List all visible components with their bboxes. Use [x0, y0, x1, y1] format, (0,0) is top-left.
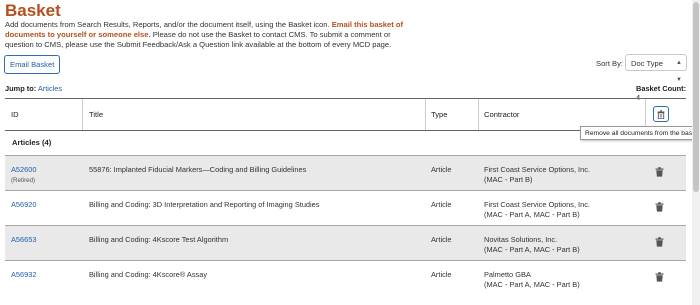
- document-id-link[interactable]: A52600: [11, 165, 36, 174]
- contractor-name: Palmetto GBA: [484, 270, 531, 279]
- contractor-name: Novitas Solutions, Inc.: [484, 235, 558, 244]
- basket-count-label: Basket Count:: [636, 84, 687, 93]
- jump-articles-link[interactable]: Articles: [38, 84, 62, 93]
- document-title: Billing and Coding: 4Kscore® Assay: [89, 270, 208, 279]
- header-id: ID: [11, 110, 19, 119]
- vertical-scrollbar[interactable]: [692, 0, 700, 305]
- contractor-part: (MAC - Part A, MAC - Part B): [484, 245, 580, 254]
- email-basket-button[interactable]: Email Basket: [4, 55, 61, 74]
- document-id-link[interactable]: A56920: [11, 200, 36, 209]
- table-row: A56920 Billing and Coding: 3D Interpreta…: [5, 190, 686, 225]
- contractor-name: First Coast Service Options, Inc.: [484, 200, 590, 209]
- trash-icon[interactable]: [655, 167, 664, 177]
- jump-to-label: Jump to:: [5, 84, 37, 93]
- contractor-part: (MAC - Part A, MAC - Part B): [484, 280, 580, 289]
- page-title: Basket: [5, 1, 61, 20]
- header-type: Type: [431, 110, 448, 119]
- trash-icon: [657, 109, 665, 119]
- table-row: A52600 (Retired) 55876: Implanted Fiduci…: [5, 155, 686, 190]
- basket-page: Basket Add documents from Search Results…: [0, 0, 700, 305]
- document-title: Billing and Coding: 4Kscore Test Algorit…: [89, 235, 229, 244]
- document-title: 55876: Implanted Fiducial Markers—Coding…: [89, 165, 307, 174]
- document-id-link[interactable]: A56653: [11, 235, 36, 244]
- remove-all-button[interactable]: [653, 106, 669, 122]
- intro-part1: Add documents from Search Results, Repor…: [5, 20, 332, 29]
- document-type: Article: [431, 200, 452, 209]
- trash-icon[interactable]: [655, 202, 664, 212]
- sort-selected-value: Doc Type: [631, 59, 663, 68]
- jump-to: Jump to: Articles: [5, 84, 62, 93]
- trash-icon[interactable]: [655, 237, 664, 247]
- document-title: Billing and Coding: 3D Interpretation an…: [89, 200, 320, 209]
- document-type: Article: [431, 165, 452, 174]
- scrollbar-thumb[interactable]: [693, 2, 699, 192]
- document-id-link[interactable]: A56932: [11, 270, 36, 279]
- table-row: A56653 Billing and Coding: 4Kscore Test …: [5, 225, 686, 260]
- sort-select[interactable]: Doc Type ▲ ▼: [625, 54, 687, 83]
- table-row: A56932 Billing and Coding: 4Kscore® Assa…: [5, 260, 686, 295]
- contractor-part: (MAC - Part B): [484, 175, 533, 184]
- header-contractor: Contractor: [484, 110, 520, 119]
- remove-all-tooltip: Remove all documents from the basket.: [580, 126, 700, 140]
- contractor-part: (MAC - Part A, MAC - Part B): [484, 210, 580, 219]
- retired-label: (Retired): [11, 177, 36, 184]
- document-type: Article: [431, 270, 452, 279]
- trash-icon[interactable]: [655, 272, 664, 282]
- document-type: Article: [431, 235, 452, 244]
- sort-by-label: Sort By:: [596, 59, 624, 68]
- contractor-name: First Coast Service Options, Inc.: [484, 165, 590, 174]
- header-title: Title: [89, 110, 104, 119]
- intro-text: Add documents from Search Results, Repor…: [5, 20, 405, 51]
